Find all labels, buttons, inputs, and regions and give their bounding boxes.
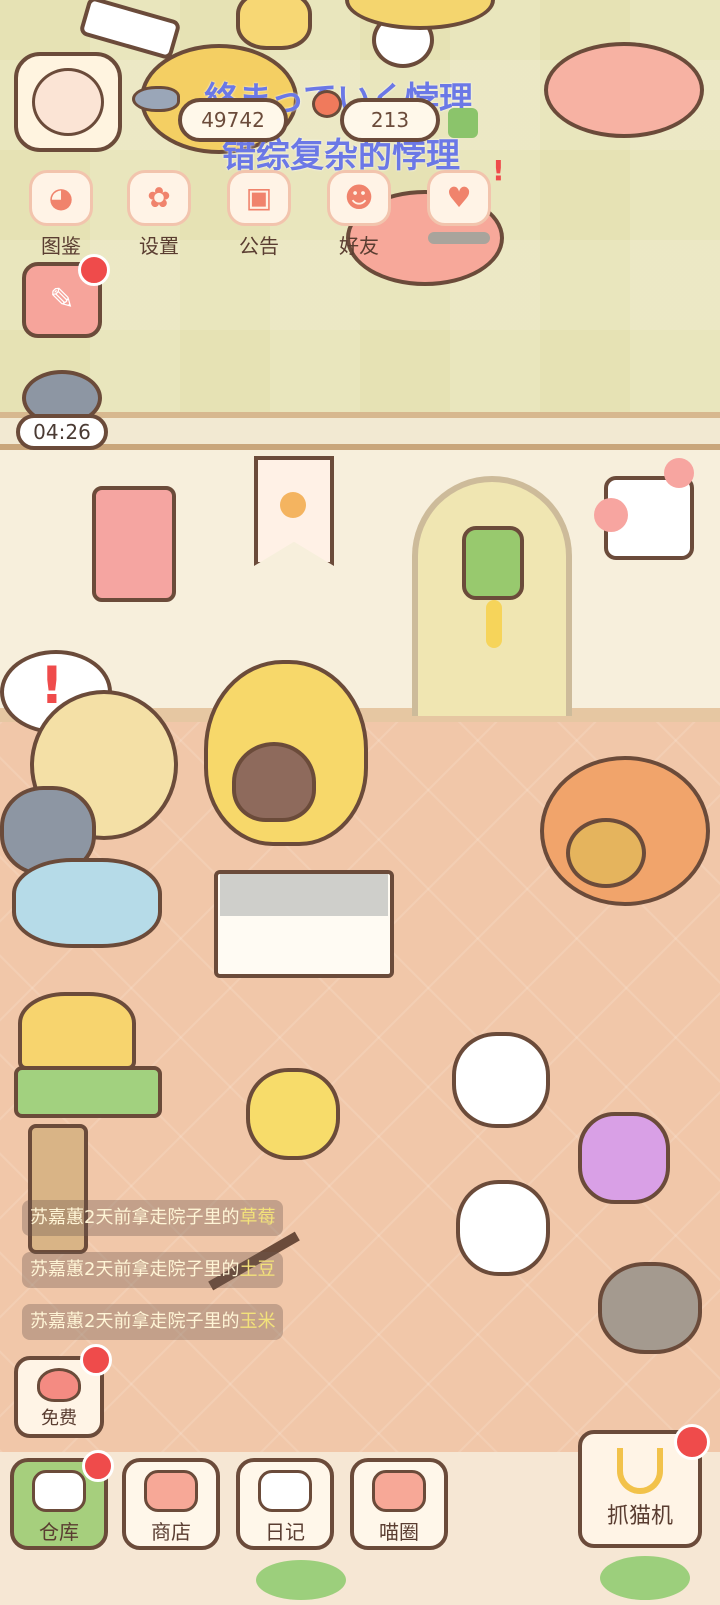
wind-chime[interactable] [462, 526, 524, 600]
log-3-item: 玉米 [239, 1311, 276, 1332]
menu-friends[interactable]: ☻ 好友 [316, 170, 402, 258]
log-message-1: 苏嘉蕙2天前拿走院子里的草莓 [22, 1200, 284, 1236]
planet-cat-icon [372, 1470, 426, 1512]
blue-whale-cushion[interactable] [12, 858, 162, 948]
diary-icon [258, 1470, 312, 1512]
chime-tassel [486, 600, 502, 648]
gift-icon: ▣ [227, 170, 291, 226]
claw-machine-label: 抓猫机 [606, 1504, 673, 1529]
friends-icon: ☻ [327, 170, 391, 226]
free-button-label: 免费 [41, 1408, 77, 1429]
log-2-item: 土豆 [239, 1259, 276, 1280]
log-1-prefix: 苏嘉蕙2天前拿走院子里的 [30, 1207, 240, 1228]
clover-decor [256, 1560, 346, 1600]
notepad-badge [78, 254, 110, 286]
box-lid [220, 874, 388, 916]
flower-decor [594, 498, 628, 532]
menu-heart[interactable]: ♥ [416, 170, 502, 254]
log-message-3: 苏嘉蕙2天前拿走院子里的玉米 [22, 1304, 284, 1340]
pink-cushion[interactable] [544, 42, 704, 138]
girl-sprite[interactable] [236, 0, 312, 50]
nav-warehouse-label: 仓库 [39, 1520, 79, 1544]
nav-cat-circle-label: 喵圈 [379, 1520, 419, 1544]
log-3-prefix: 苏嘉蕙2天前拿走院子里的 [30, 1311, 240, 1332]
nav-cat-circle[interactable]: 喵圈 [350, 1458, 448, 1550]
crocodile-bench[interactable] [14, 1066, 162, 1118]
orange-house-door [566, 818, 646, 888]
fish-icon [132, 86, 180, 112]
nav-diary[interactable]: 日记 [236, 1458, 334, 1550]
other-counter: 213 [340, 98, 440, 142]
log-2-prefix: 苏嘉蕙2天前拿走院子里的 [30, 1259, 240, 1280]
pineapple-house-door [232, 742, 316, 822]
fish-counter: 49742 [178, 98, 288, 142]
nav-shop-label: 商店 [151, 1520, 191, 1544]
warehouse-icon [32, 1470, 86, 1512]
paw-icon [280, 492, 306, 518]
heart-progress [428, 232, 490, 244]
gear-icon: ✿ [127, 170, 191, 226]
purple-bear-cat[interactable] [578, 1112, 670, 1204]
panda-cat[interactable] [456, 1180, 550, 1276]
heart-face-icon [37, 1368, 81, 1402]
menu-announcements[interactable]: ▣ 公告 [216, 170, 302, 258]
clover-decor-2 [600, 1556, 690, 1600]
duck-float[interactable] [246, 1068, 340, 1160]
nav-shop[interactable]: 商店 [122, 1458, 220, 1550]
cat-face-icon: ◕ [29, 170, 93, 226]
free-badge [80, 1344, 112, 1376]
shop-icon [144, 1470, 198, 1512]
menu-heart-alert: ! [492, 154, 505, 187]
avatar-face [32, 68, 104, 136]
white-dog-cat[interactable] [452, 1032, 550, 1128]
menu-settings-label: 设置 [139, 234, 179, 258]
apple-icon [312, 90, 342, 118]
timer: 04:26 [16, 414, 108, 450]
claw-icon [617, 1448, 663, 1494]
claw-machine-badge [674, 1424, 710, 1460]
menu-announcements-label: 公告 [239, 234, 279, 258]
cat-slide[interactable] [18, 992, 136, 1070]
menu-settings[interactable]: ✿ 设置 [116, 170, 202, 258]
log-1-item: 草莓 [239, 1207, 276, 1228]
flower-decor-2 [664, 458, 694, 488]
add-currency-icon[interactable] [448, 108, 478, 138]
log-message-2: 苏嘉蕙2天前拿走院子里的土豆 [22, 1252, 284, 1288]
warehouse-badge [82, 1450, 114, 1482]
fence [0, 412, 720, 450]
pink-ear-mouse-cat[interactable] [598, 1262, 702, 1354]
heart-icon: ♥ [427, 170, 491, 226]
nav-diary-label: 日记 [265, 1520, 305, 1544]
menu-friends-label: 好友 [339, 234, 379, 258]
menu-collection[interactable]: ◕ 图鉴 [18, 170, 104, 258]
poster-frame[interactable] [92, 486, 176, 602]
player-avatar[interactable] [14, 52, 122, 152]
